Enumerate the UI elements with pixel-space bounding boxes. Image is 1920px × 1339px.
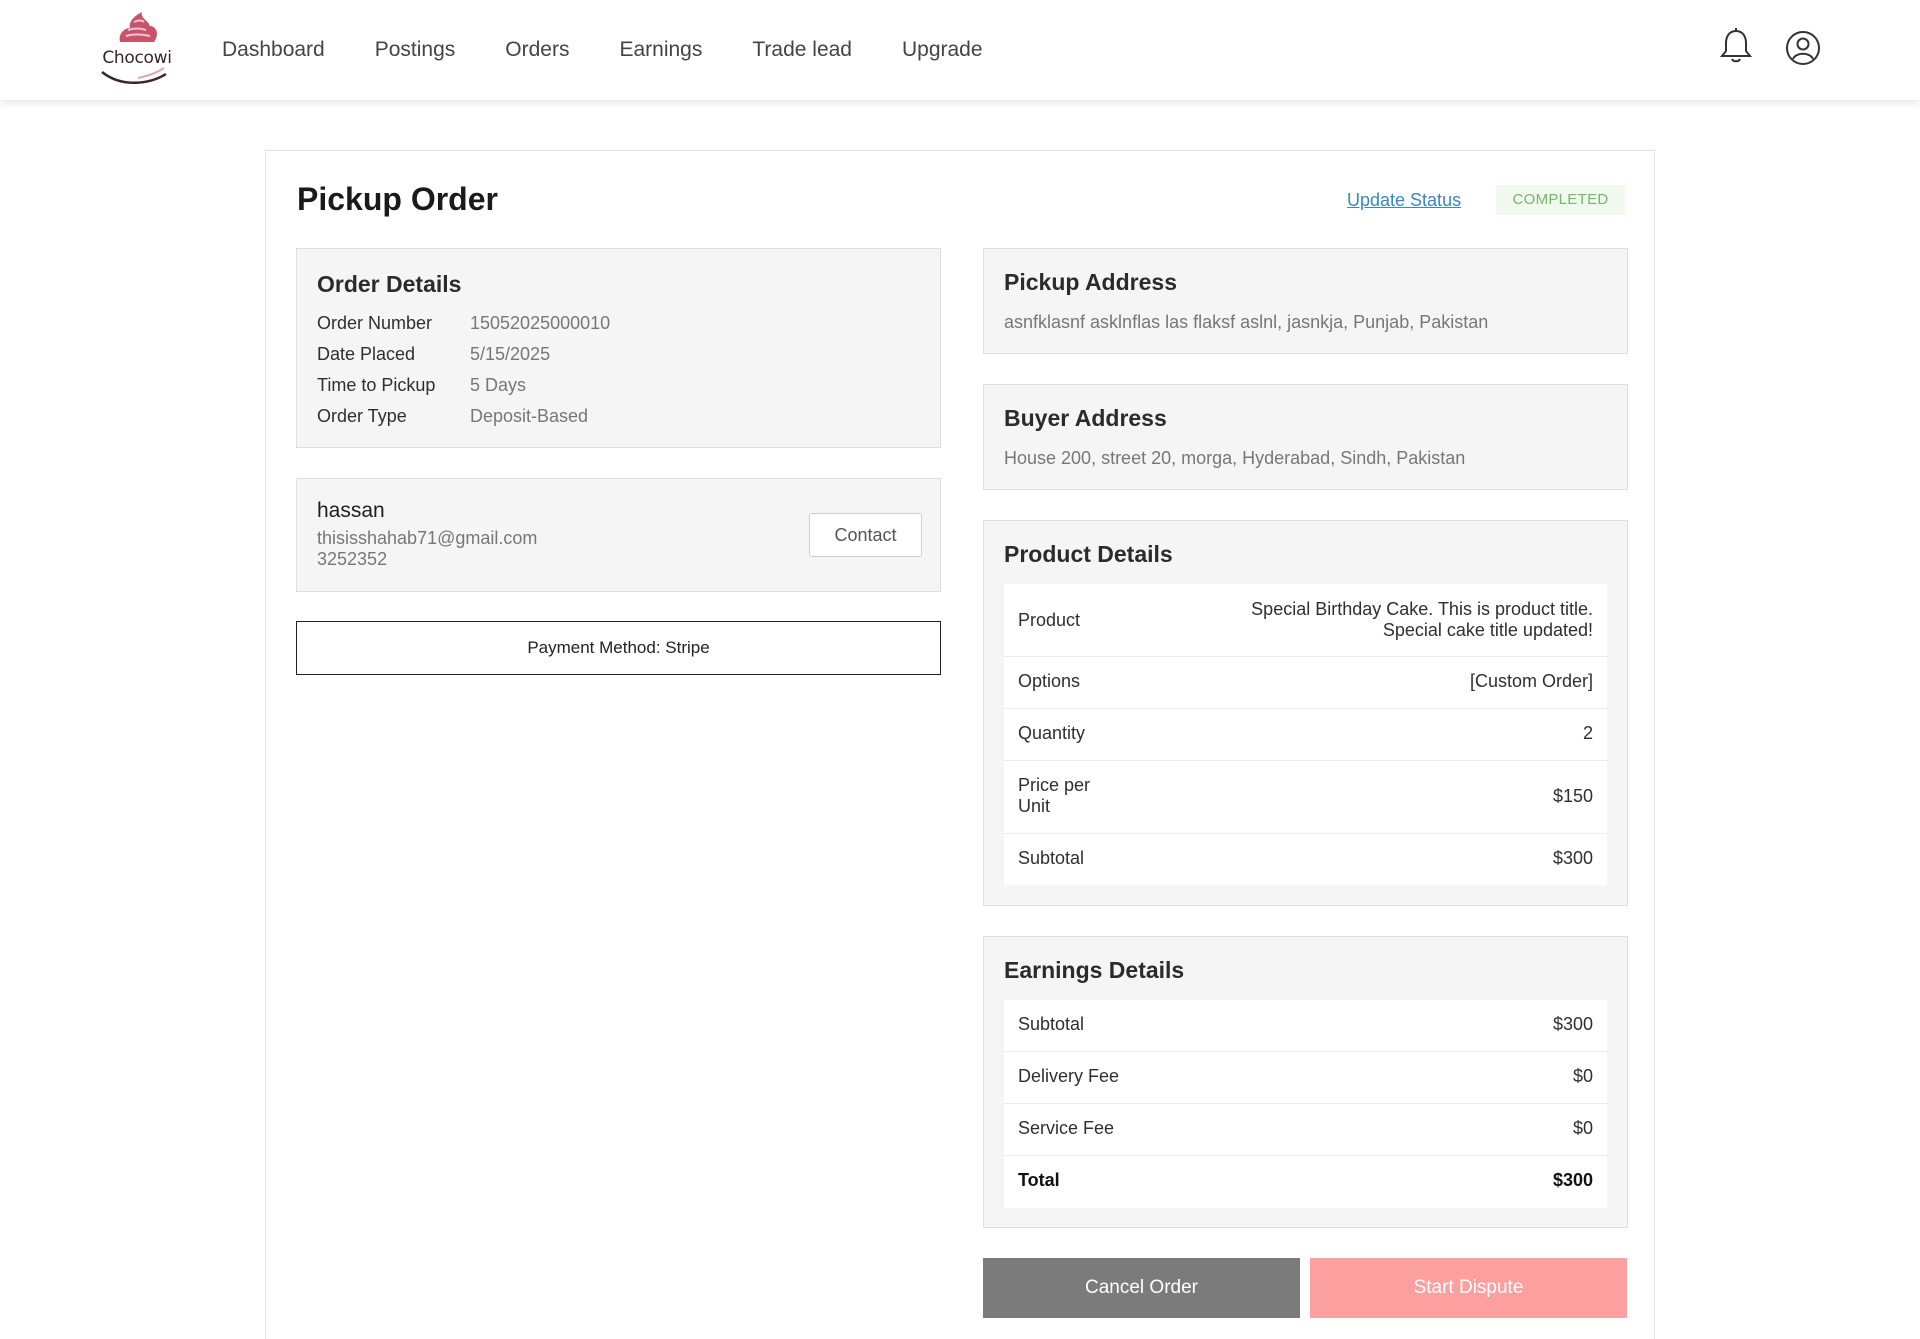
main-nav: Dashboard Postings Orders Earnings Trade… xyxy=(222,0,1033,100)
buyer-address-title: Buyer Address xyxy=(1004,405,1167,431)
product-details-table: Product Special Birthday Cake. This is p… xyxy=(1004,584,1607,885)
buyer-email: thisisshahab71@gmail.com xyxy=(317,528,538,548)
service-fee-value: $0 xyxy=(1572,1118,1593,1138)
total-label: Total xyxy=(1018,1170,1060,1190)
price-label-line-1: Price per xyxy=(1018,775,1091,795)
nav-item-earnings[interactable]: Earnings xyxy=(619,38,702,62)
table-row: Delivery Fee $0 xyxy=(1004,1052,1607,1104)
table-row: Quantity 2 xyxy=(1004,709,1607,761)
table-row: Subtotal $300 xyxy=(1004,834,1607,885)
product-details-title: Product Details xyxy=(1004,541,1173,567)
table-row: Price per Unit $150 xyxy=(1004,761,1607,834)
table-row: Total $300 xyxy=(1004,1156,1607,1208)
quantity-label: Quantity xyxy=(1018,723,1086,743)
options-label: Options xyxy=(1018,671,1081,691)
nav-item-postings[interactable]: Postings xyxy=(375,38,456,62)
buyer-address-panel: Buyer Address House 200, street 20, morg… xyxy=(983,384,1628,490)
update-status-link[interactable]: Update Status xyxy=(1347,190,1461,211)
product-label: Product xyxy=(1018,610,1081,630)
brand-name: Chocowi xyxy=(102,48,172,68)
product-subtotal-value: $300 xyxy=(1552,848,1593,868)
buyer-contact-panel: hassan thisisshahab71@gmail.com 3252352 … xyxy=(296,478,941,592)
earnings-subtotal-label: Subtotal xyxy=(1018,1014,1085,1034)
service-fee-label: Service Fee xyxy=(1018,1118,1115,1138)
pickup-address-text: asnfklasnf asklnflas las flaksf aslnl, j… xyxy=(1004,312,1489,332)
nav-item-trade-lead[interactable]: Trade lead xyxy=(752,38,852,62)
order-card: Pickup Order Update Status COMPLETED Ord… xyxy=(265,150,1655,1339)
delivery-fee-label: Delivery Fee xyxy=(1018,1066,1120,1086)
earnings-details-panel: Earnings Details Subtotal $300 Delivery … xyxy=(983,936,1628,1228)
delivery-fee-value: $0 xyxy=(1572,1066,1593,1086)
table-row: Options [Custom Order] xyxy=(1004,657,1607,709)
options-value: [Custom Order] xyxy=(1469,671,1593,691)
pickup-address-panel: Pickup Address asnfklasnf asklnflas las … xyxy=(983,248,1628,354)
order-type-value: Deposit-Based xyxy=(470,406,589,426)
time-to-pickup-value: 5 Days xyxy=(470,375,527,395)
quantity-value: 2 xyxy=(1582,723,1593,743)
total-value: $300 xyxy=(1552,1170,1593,1190)
product-value: Special Birthday Cake. This is product t… xyxy=(1251,599,1593,641)
bell-icon[interactable] xyxy=(1717,26,1755,64)
table-row: Subtotal $300 xyxy=(1004,1000,1607,1052)
brand-logo[interactable]: Chocowi xyxy=(98,8,176,88)
status-badge: COMPLETED xyxy=(1496,185,1625,215)
cancel-order-button[interactable]: Cancel Order xyxy=(983,1258,1300,1318)
earnings-subtotal-value: $300 xyxy=(1552,1014,1593,1034)
table-row: Product Special Birthday Cake. This is p… xyxy=(1004,584,1607,657)
order-type-label: Order Type xyxy=(317,406,407,426)
earnings-details-title: Earnings Details xyxy=(1004,957,1185,983)
nav-item-dashboard[interactable]: Dashboard xyxy=(222,38,325,62)
earnings-details-table: Subtotal $300 Delivery Fee $0 Service Fe… xyxy=(1004,1000,1607,1208)
buyer-phone: 3252352 xyxy=(317,549,388,569)
order-details-panel: Order Details Order Number 1505202500001… xyxy=(296,248,941,448)
product-title-line-2: Special cake title updated! xyxy=(1382,620,1593,640)
nav-item-upgrade[interactable]: Upgrade xyxy=(902,38,983,62)
payment-method-box: Payment Method: Stripe xyxy=(296,621,941,675)
pickup-address-title: Pickup Address xyxy=(1004,269,1177,295)
product-details-panel: Product Details Product Special Birthday… xyxy=(983,520,1628,906)
price-per-unit-value: $150 xyxy=(1552,786,1593,806)
date-placed-value: 5/15/2025 xyxy=(470,344,551,364)
price-label-line-2: Unit xyxy=(1018,796,1051,816)
date-placed-label: Date Placed xyxy=(317,344,416,364)
product-title-line-1: Special Birthday Cake. This is product t… xyxy=(1251,599,1593,619)
price-per-unit-label: Price per Unit xyxy=(1018,775,1090,817)
buyer-name: hassan xyxy=(317,499,385,522)
nav-item-orders[interactable]: Orders xyxy=(505,38,569,62)
table-row: Service Fee $0 xyxy=(1004,1104,1607,1156)
contact-button[interactable]: Contact xyxy=(809,513,922,557)
order-number-label: Order Number xyxy=(317,313,433,333)
order-details-title: Order Details xyxy=(317,271,462,297)
top-navigation-bar: Chocowi Dashboard Postings Orders Earnin… xyxy=(0,0,1920,100)
product-subtotal-label: Subtotal xyxy=(1018,848,1085,868)
time-to-pickup-label: Time to Pickup xyxy=(317,375,436,395)
user-circle-icon[interactable] xyxy=(1785,30,1823,68)
buyer-address-text: House 200, street 20, morga, Hyderabad, … xyxy=(1004,448,1466,468)
order-number-value: 15052025000010 xyxy=(470,313,611,333)
page-title: Pickup Order xyxy=(297,181,498,217)
start-dispute-button[interactable]: Start Dispute xyxy=(1310,1258,1627,1318)
